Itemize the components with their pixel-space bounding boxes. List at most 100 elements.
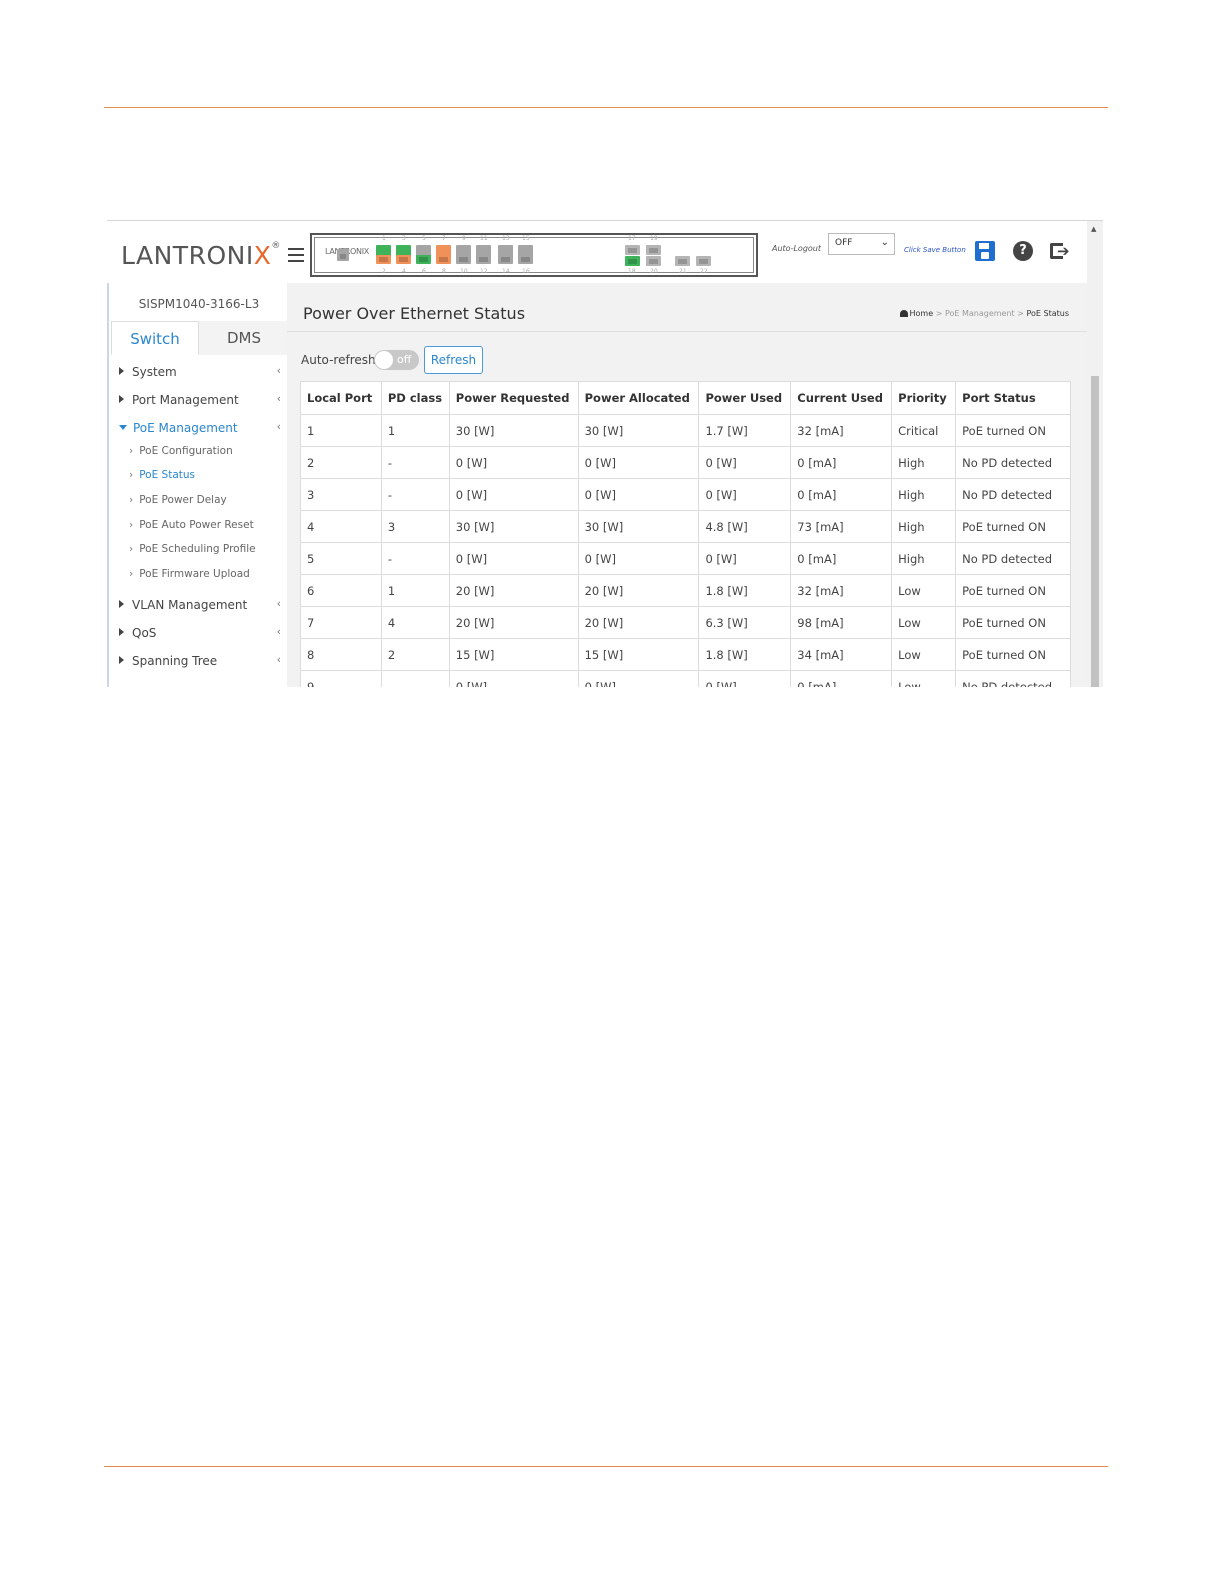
table-cell: No PD detected xyxy=(955,446,1071,479)
table-cell: Critical xyxy=(891,414,957,447)
table-cell: 0 [W] xyxy=(698,478,792,511)
port-6-icon[interactable] xyxy=(416,255,431,264)
port-2-icon[interactable] xyxy=(376,255,391,264)
screenshot-frame: LANTRONIX® LANTRONIX 1 3 5 7 9 11 13 15 … xyxy=(107,220,1103,687)
table-cell: Low xyxy=(891,606,957,639)
port-number-label: 19 xyxy=(650,235,658,242)
table-cell: High xyxy=(891,446,957,479)
sidebar-subitem-poe-auto-power-reset[interactable]: › PoE Auto Power Reset xyxy=(129,519,254,531)
logo-registered-mark: ® xyxy=(271,241,281,251)
sidebar-item-vlan-management[interactable]: VLAN Management ‹ xyxy=(119,597,281,612)
port-number-label: 9 xyxy=(462,235,466,242)
sidebar-item-poe-management[interactable]: PoE Management ‹ xyxy=(119,420,281,435)
port-22-icon[interactable] xyxy=(696,256,711,266)
table-cell: 0 [W] xyxy=(448,670,579,687)
breadcrumb-poe-management[interactable]: PoE Management xyxy=(945,309,1015,318)
port-number-label: 7 xyxy=(442,235,446,242)
table-cell: High xyxy=(891,478,957,511)
port-14-icon[interactable] xyxy=(498,255,513,264)
port-4-icon[interactable] xyxy=(396,255,411,264)
sidebar-subitem-poe-scheduling-profile[interactable]: › PoE Scheduling Profile xyxy=(129,543,256,555)
table-cell: 32 [mA] xyxy=(790,414,893,447)
breadcrumb-home[interactable]: Home xyxy=(910,309,934,318)
sidebar-item-spanning-tree[interactable]: Spanning Tree ‹ xyxy=(119,653,281,668)
table-cell: Low xyxy=(891,638,957,671)
main-content: Power Over Ethernet Status Home > PoE Ma… xyxy=(287,283,1087,687)
table-cell: 0 [mA] xyxy=(790,670,893,687)
table-row: 8 2 15 [W] 15 [W] 1.8 [W] 34 [mA] Low PoE turne… xyxy=(300,638,1071,671)
port-number-label: 22 xyxy=(700,268,708,275)
port-21-icon[interactable] xyxy=(675,256,690,266)
table-cell: 1.8 [W] xyxy=(698,638,792,671)
chevron-right-icon: › xyxy=(129,519,134,531)
port-number-label: 18 xyxy=(628,268,636,275)
port-17-icon[interactable] xyxy=(625,245,640,255)
table-cell: No PD detected xyxy=(955,670,1071,687)
refresh-button[interactable]: Refresh xyxy=(424,346,483,374)
column-header[interactable]: Port Status xyxy=(955,381,1071,415)
sidebar-tabs: Switch DMS xyxy=(111,321,289,355)
table-row: 9-0 [W] 0 [W] 0 [W] 0 [mA] Low No PD detected xyxy=(300,670,1071,687)
sidebar-item-port-management[interactable]: Port Management ‹ xyxy=(119,392,281,407)
scroll-up-icon[interactable]: ▲ xyxy=(1091,225,1096,233)
chevron-right-icon: › xyxy=(129,543,134,555)
chevron-left-icon: ‹ xyxy=(276,653,281,666)
scrollbar-thumb[interactable] xyxy=(1091,376,1099,687)
table-cell: 2 xyxy=(300,446,382,479)
sidebar-subitem-label: PoE Configuration xyxy=(139,445,233,457)
tab-switch[interactable]: Switch xyxy=(111,321,199,355)
table-row: 5-0 [W] 0 [W] 0 [W] 0 [mA] High No PD detecte… xyxy=(300,542,1071,575)
table-row: 4 3 30 [W] 30 [W] 4.8 [W] 73 [mA] High PoE turn… xyxy=(300,510,1071,543)
chevron-left-icon: ‹ xyxy=(276,392,281,405)
column-header[interactable]: PD class xyxy=(380,381,450,415)
column-header[interactable]: Power Used xyxy=(698,381,792,415)
port-18-icon[interactable] xyxy=(625,256,640,266)
save-icon[interactable] xyxy=(975,241,995,261)
poe-status-table: Local Port PD class Power Requested Powe… xyxy=(300,381,1071,687)
tab-dms[interactable]: DMS xyxy=(199,321,289,355)
port-20-icon[interactable] xyxy=(646,256,661,266)
column-header[interactable]: Local Port xyxy=(300,381,382,415)
port-number-label: 20 xyxy=(650,268,658,275)
auto-logout-label: Auto-Logout xyxy=(772,244,821,253)
column-header[interactable]: Power Requested xyxy=(448,381,579,415)
sidebar-subitem-poe-configuration[interactable]: › PoE Configuration xyxy=(129,445,233,457)
breadcrumb-current: PoE Status xyxy=(1026,309,1069,318)
table-row: 3-0 [W] 0 [W] 0 [W] 0 [mA] High No PD detecte… xyxy=(300,478,1071,511)
port-12-icon[interactable] xyxy=(476,255,491,264)
scrollbar[interactable]: ▲ xyxy=(1087,221,1103,687)
table-cell: PoE turned ON xyxy=(955,574,1071,607)
port-number-label: 3 xyxy=(402,235,406,242)
sidebar-subitem-poe-status[interactable]: › PoE Status xyxy=(129,469,195,481)
hamburger-menu-icon[interactable] xyxy=(288,248,304,262)
chevron-right-icon: › xyxy=(129,568,134,580)
table-row: 6 1 20 [W] 20 [W] 1.8 [W] 32 [mA] Low PoE turne… xyxy=(300,574,1071,607)
port-19-icon[interactable] xyxy=(646,245,661,255)
breadcrumb: Home > PoE Management > PoE Status xyxy=(899,309,1069,318)
save-hint-text: Click Save Button xyxy=(904,246,966,254)
table-cell: 0 [mA] xyxy=(790,478,893,511)
sidebar-item-qos[interactable]: QoS ‹ xyxy=(119,625,281,640)
port-8-icon[interactable] xyxy=(436,255,451,264)
column-header[interactable]: Current Used xyxy=(790,381,893,415)
sidebar-item-system[interactable]: System ‹ xyxy=(119,364,281,379)
column-header[interactable]: Power Allocated xyxy=(577,381,700,415)
chevron-right-icon: › xyxy=(129,469,134,481)
column-header[interactable]: Priority xyxy=(891,381,957,415)
auto-refresh-toggle[interactable]: off xyxy=(374,350,419,370)
table-cell: 6 xyxy=(300,574,382,607)
auto-logout-select[interactable]: OFF ⌄ xyxy=(828,233,895,255)
sidebar-subitem-poe-firmware-upload[interactable]: › PoE Firmware Upload xyxy=(129,568,250,580)
table-cell: - xyxy=(380,446,450,479)
switch-front-panel: LANTRONIX 1 3 5 7 9 11 13 15 17 19 xyxy=(310,233,758,277)
table-body: 1 1 30 [W] 30 [W] 1.7 [W] 32 [mA] Critical PoE … xyxy=(300,414,1071,687)
table-cell: 8 xyxy=(300,638,382,671)
sidebar-item-label: System xyxy=(132,365,177,379)
chevron-left-icon: ‹ xyxy=(276,364,281,377)
port-10-icon[interactable] xyxy=(456,255,471,264)
port-16-icon[interactable] xyxy=(518,255,533,264)
table-cell: 1 xyxy=(380,574,450,607)
logout-icon[interactable]: ➔ xyxy=(1050,241,1070,261)
sidebar-subitem-poe-power-delay[interactable]: › PoE Power Delay xyxy=(129,494,227,506)
help-icon[interactable]: ? xyxy=(1013,241,1033,261)
